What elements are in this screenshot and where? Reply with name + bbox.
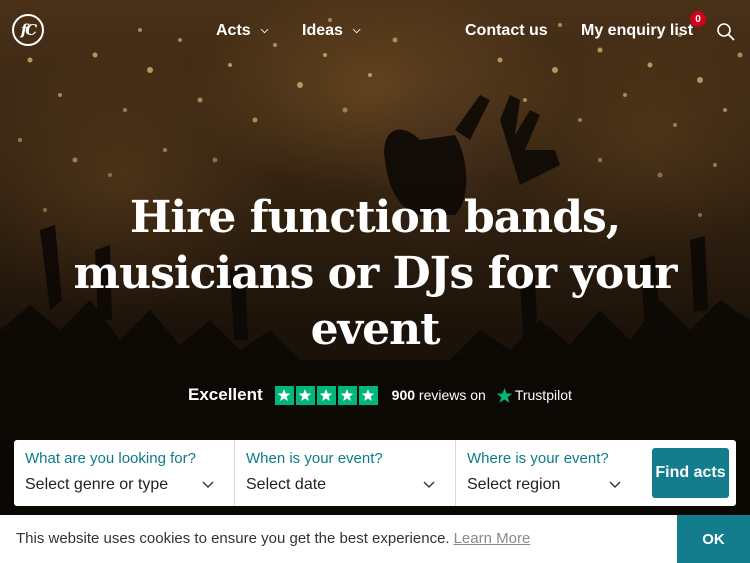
- headline-line-2: musicians or DJs for your: [73, 248, 678, 299]
- genre-select[interactable]: What are you looking for? Select genre o…: [14, 440, 234, 506]
- trustpilot-rating[interactable]: Excellent 900 reviews on Trustpilot: [188, 384, 572, 406]
- nav-acts[interactable]: Acts ⌵: [216, 22, 268, 40]
- hero-headline: Hire function bands, musicians or DJs fo…: [0, 190, 750, 358]
- dropdown-arrow-icon: [202, 481, 214, 488]
- act-search-panel: What are you looking for? Select genre o…: [14, 440, 736, 506]
- region-question: Where is your event?: [467, 450, 609, 467]
- star-icon: [316, 385, 336, 405]
- date-question: When is your event?: [246, 450, 383, 467]
- headline-line-1: Hire function bands,: [129, 192, 621, 243]
- trustpilot-logo: Trustpilot: [496, 387, 572, 404]
- dropdown-arrow-icon: [423, 481, 435, 488]
- cookie-banner: This website uses cookies to ensure you …: [0, 515, 750, 563]
- logo-icon[interactable]: fC: [12, 14, 44, 46]
- genre-question: What are you looking for?: [25, 450, 196, 467]
- nav-ideas-label: Ideas: [302, 22, 343, 39]
- top-navigation: fC Acts ⌵ Ideas ⌵ Contact us My enquiry li…: [0, 0, 750, 62]
- region-value: Select region: [467, 476, 561, 493]
- star-icon: [295, 385, 315, 405]
- learn-more-link[interactable]: Learn More: [454, 530, 531, 547]
- enquiry-count-badge: 0: [690, 11, 706, 27]
- date-select[interactable]: When is your event? Select date: [235, 440, 455, 506]
- review-count: 900: [391, 387, 416, 403]
- cookie-text: This website uses cookies to ensure you …: [16, 530, 450, 547]
- dropdown-arrow-icon: [609, 481, 621, 488]
- star-icon: [358, 385, 378, 405]
- nav-acts-label: Acts: [216, 22, 251, 39]
- star-icon: [337, 385, 357, 405]
- trustpilot-star-icon: [496, 387, 513, 403]
- cookie-ok-button[interactable]: OK: [677, 515, 750, 563]
- genre-value: Select genre or type: [25, 476, 169, 493]
- trustpilot-wordmark: Trustpilot: [514, 387, 572, 403]
- search-icon[interactable]: [716, 22, 736, 42]
- rating-stars: [274, 385, 380, 405]
- chevron-down-icon: ⌵: [352, 25, 361, 36]
- find-acts-button[interactable]: Find acts: [652, 448, 729, 498]
- review-count-text: 900 reviews on: [392, 387, 486, 403]
- headline-line-3: event: [310, 304, 441, 355]
- region-select[interactable]: Where is your event? Select region: [456, 440, 646, 506]
- nav-contact-us[interactable]: Contact us: [465, 22, 548, 40]
- rating-text: Excellent: [188, 385, 263, 404]
- chevron-down-icon: ⌵: [260, 25, 269, 36]
- cookie-message: This website uses cookies to ensure you …: [16, 530, 530, 547]
- reviews-suffix: reviews on: [418, 387, 486, 403]
- star-icon: [274, 385, 294, 405]
- nav-ideas[interactable]: Ideas ⌵: [302, 22, 361, 40]
- nav-enquiry-list[interactable]: My enquiry list: [581, 22, 693, 40]
- date-value: Select date: [246, 476, 327, 493]
